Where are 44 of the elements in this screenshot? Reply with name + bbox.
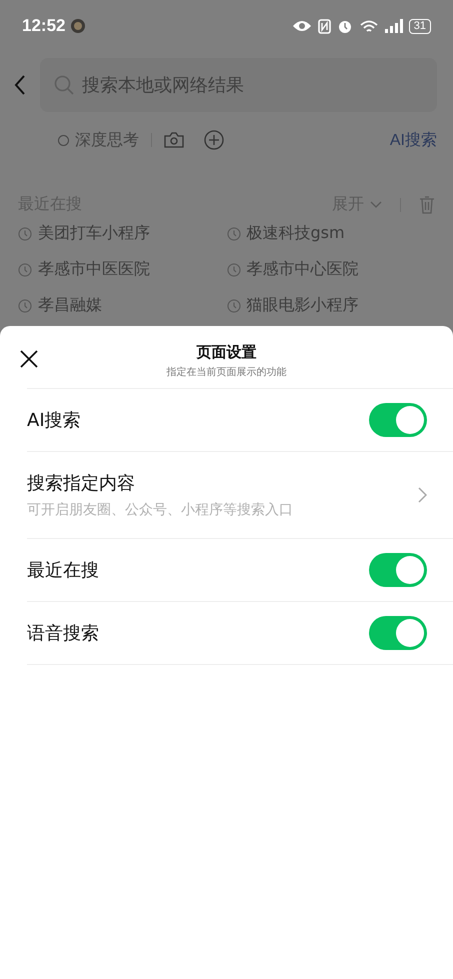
wifi-icon (358, 18, 379, 34)
close-icon (20, 350, 38, 368)
chevron-down-icon[interactable] (370, 200, 382, 208)
nfc-icon (318, 18, 331, 34)
search-placeholder: 搜索本地或网络结果 (82, 74, 244, 97)
recent-search-item[interactable]: 孝感市中医医院 (38, 259, 150, 280)
setting-hint: 可开启朋友圈、公众号、小程序等搜索入口 (27, 501, 294, 519)
recent-search-item[interactable]: 美团打车小程序 (38, 223, 150, 244)
radio-button[interactable] (58, 134, 69, 146)
setting-label: 语音搜索 (27, 622, 100, 645)
toggle-switch[interactable] (369, 553, 427, 587)
signal-icon (384, 19, 403, 33)
battery-level: 31 (408, 18, 431, 34)
trash-icon[interactable] (419, 196, 435, 214)
recent-search-item[interactable]: 孝昌融媒 (38, 295, 102, 316)
alarm-icon (336, 18, 353, 34)
clock-icon (226, 226, 240, 240)
toggle-switch[interactable] (369, 616, 427, 650)
clock-icon (226, 298, 240, 312)
setting-label: 最近在搜 (27, 559, 100, 582)
setting-label: AI搜索 (27, 409, 82, 432)
status-time: 12:52 (22, 16, 66, 36)
camera-icon[interactable] (164, 132, 184, 148)
search-icon (54, 75, 74, 95)
toggle-switch[interactable] (369, 403, 427, 437)
clock-icon (18, 226, 32, 240)
chevron-right-icon[interactable] (418, 487, 427, 503)
recent-search-item[interactable]: 猫眼电影小程序 (246, 295, 358, 316)
sheet-title: 页面设置 (196, 343, 256, 362)
clock-icon (18, 298, 32, 312)
ai-search-link[interactable]: AI搜索 (390, 130, 437, 150)
recent-search-item[interactable]: 极速科技gsm (246, 223, 345, 244)
back-icon[interactable] (14, 75, 26, 95)
sheet-subtitle: 指定在当前页面展示的功能 (166, 366, 286, 379)
deep-think-label[interactable]: 深度思考 (75, 130, 139, 150)
close-button[interactable] (18, 348, 40, 370)
add-icon[interactable] (204, 130, 224, 150)
search-field[interactable]: 搜索本地或网络结果 (40, 58, 437, 112)
setting-label[interactable]: 搜索指定内容 (27, 471, 418, 495)
avatar-icon (71, 19, 86, 33)
clock-icon (18, 262, 32, 276)
eye-icon (292, 19, 312, 33)
recent-search-item[interactable]: 孝感市中心医院 (246, 259, 358, 280)
clock-icon (226, 262, 240, 276)
